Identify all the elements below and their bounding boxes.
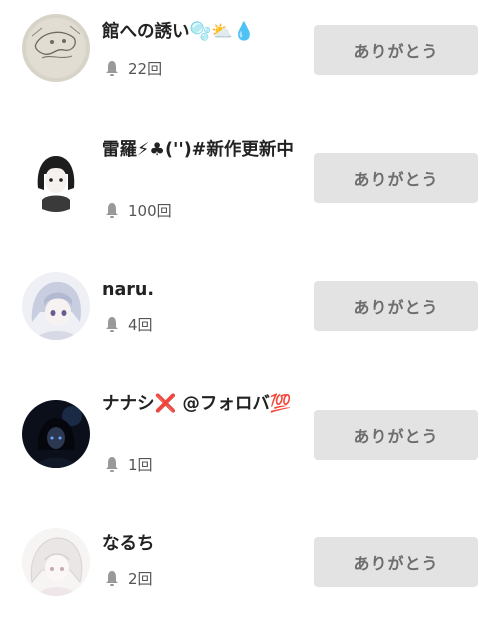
thank-count: 100回 xyxy=(104,200,172,220)
bell-icon xyxy=(106,61,118,76)
thank-count: 2回 xyxy=(104,568,153,588)
thank-count: 22回 xyxy=(104,58,162,78)
thank-count-value: 2回 xyxy=(128,569,153,588)
avatar[interactable] xyxy=(22,528,90,596)
thank-count-value: 22回 xyxy=(128,59,163,78)
avatar[interactable] xyxy=(22,272,90,340)
bell-icon xyxy=(106,457,118,472)
avatar[interactable] xyxy=(22,144,90,212)
list-item: naru. 4回 ありがとう xyxy=(0,256,500,376)
thank-count-value: 100回 xyxy=(128,201,172,220)
user-name[interactable]: naru. xyxy=(102,278,300,302)
thank-count: 1回 xyxy=(104,454,153,474)
bell-icon xyxy=(106,203,118,218)
list-item: 雷羅⚡♣('')#新作更新中 100回 ありがとう xyxy=(0,128,500,248)
thank-button[interactable]: ありがとう xyxy=(314,281,478,331)
user-name[interactable]: 館への誘い🫧⛅💧 xyxy=(102,20,300,44)
user-name[interactable]: 雷羅⚡♣('')#新作更新中 xyxy=(102,138,300,162)
bell-icon xyxy=(106,317,118,332)
list-item: ナナシ❌ @フォロバ💯 1回 ありがとう xyxy=(0,384,500,504)
user-name[interactable]: ナナシ❌ @フォロバ💯 xyxy=(102,392,300,416)
thank-button[interactable]: ありがとう xyxy=(314,25,478,75)
thank-list: 館への誘い🫧⛅💧 22回 ありがとう 雷羅⚡♣('')#新作更新中 100回 あ… xyxy=(0,0,500,607)
avatar[interactable] xyxy=(22,14,90,82)
thank-button[interactable]: ありがとう xyxy=(314,537,478,587)
thank-button[interactable]: ありがとう xyxy=(314,410,478,460)
user-name[interactable]: なるち xyxy=(102,532,300,556)
thank-count: 4回 xyxy=(104,314,153,334)
list-item: なるち 2回 ありがとう xyxy=(0,512,500,632)
list-item: 館への誘い🫧⛅💧 22回 ありがとう xyxy=(0,0,500,120)
thank-count-value: 4回 xyxy=(128,315,153,334)
thank-count-value: 1回 xyxy=(128,455,153,474)
bell-icon xyxy=(106,571,118,586)
avatar[interactable] xyxy=(22,400,90,468)
thank-button[interactable]: ありがとう xyxy=(314,153,478,203)
